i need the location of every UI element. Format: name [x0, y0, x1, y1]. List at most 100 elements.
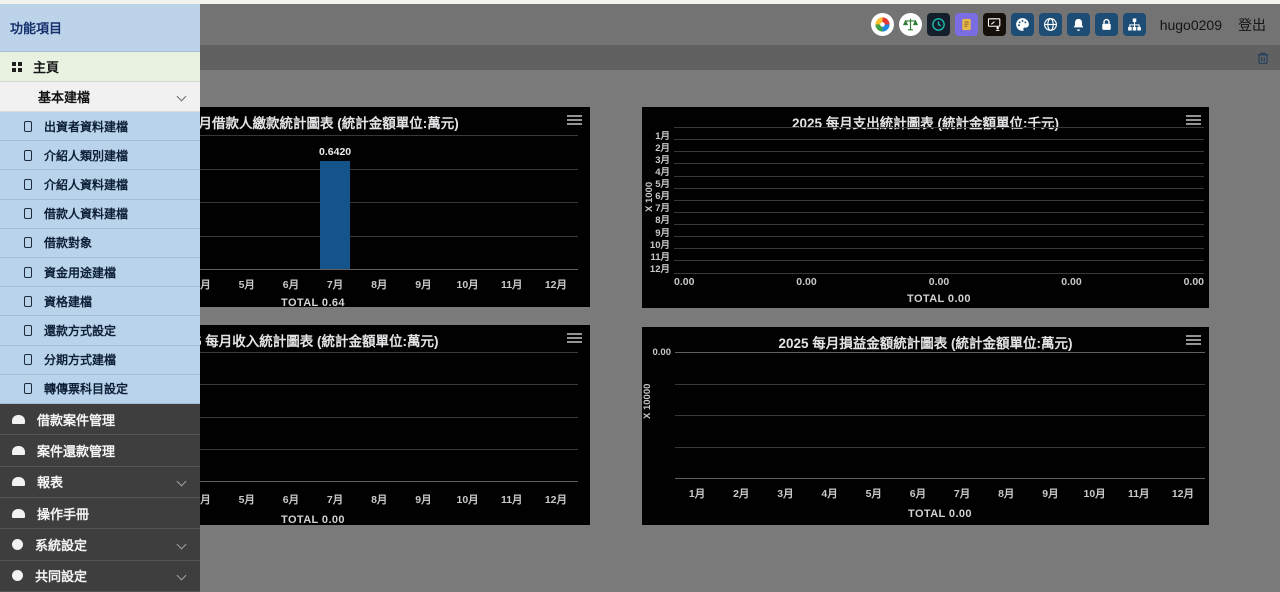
x-axis-label: 5月: [239, 277, 255, 292]
sidebar-item-label: 借款人資料建檔: [44, 205, 128, 222]
scales-icon[interactable]: [899, 13, 922, 36]
bell-icon[interactable]: [1067, 13, 1090, 36]
x-axis-label: 9月: [415, 277, 431, 292]
globe-icon[interactable]: [1039, 13, 1062, 36]
sidebar-section-label: 操作手冊: [37, 504, 89, 523]
briefcase-icon: [12, 509, 25, 518]
x-axis-label: 2月: [733, 486, 749, 501]
x-tick-label: 0.00: [674, 276, 694, 288]
sidebar-item-9[interactable]: 轉傳票科目設定: [0, 375, 200, 404]
sidebar-item-label: 分期方式建檔: [44, 351, 116, 368]
chart-bar[interactable]: [320, 161, 350, 269]
x-axis-label: 9月: [415, 492, 431, 507]
sidebar-item-label: 借款對象: [44, 234, 92, 251]
x-axis-label: 12月: [545, 492, 567, 507]
sidebar-section-1[interactable]: 案件還款管理: [0, 435, 200, 466]
header-icon-group: [871, 13, 1146, 36]
document-icon: [24, 354, 32, 365]
sidebar-item-2[interactable]: 介紹人資料建檔: [0, 170, 200, 199]
document-icon: [24, 267, 32, 278]
y-axis-label: 12月: [642, 261, 670, 275]
chart-panel-expense: 2025 每月支出統計圖表 (統計金額單位:千元) 1月2月3月4月5月6月7月…: [642, 107, 1209, 308]
sidebar-item-1[interactable]: 介紹人類別建檔: [0, 141, 200, 170]
sidebar-section-0[interactable]: 借款案件管理: [0, 404, 200, 435]
sidebar-item-label: 出資者資料建檔: [44, 118, 128, 135]
sidebar-group-basic[interactable]: 基本建檔: [0, 82, 200, 112]
y-axis-unit-label: X 10000: [642, 355, 653, 447]
x-axis-label: 12月: [1172, 486, 1194, 501]
chart-menu-icon[interactable]: [567, 115, 582, 127]
sidebar-item-label: 主頁: [33, 57, 59, 76]
sidebar-title: 功能項目: [0, 4, 200, 52]
x-tick-label: 0.00: [1061, 276, 1081, 288]
document-icon: [24, 121, 32, 132]
x-tick-label: 0.00: [1184, 276, 1204, 288]
x-axis-label: 3月: [777, 486, 793, 501]
scroll-icon[interactable]: [955, 13, 978, 36]
sidebar-section-4[interactable]: 系統設定: [0, 529, 200, 560]
x-axis-label: 6月: [283, 492, 299, 507]
sidebar-section-2[interactable]: 報表: [0, 467, 200, 498]
sidebar-section-label: 案件還款管理: [37, 441, 115, 460]
sidebar-item-label: 轉傳票科目設定: [44, 380, 128, 397]
sidebar-item-7[interactable]: 還款方式設定: [0, 316, 200, 345]
x-axis-label: 7月: [954, 486, 970, 501]
sidebar-item-label: 介紹人資料建檔: [44, 176, 128, 193]
sidebar-item-home[interactable]: 主頁: [0, 52, 200, 82]
bar-value-label: 0.6420: [319, 146, 351, 158]
x-axis-label: 8月: [998, 486, 1014, 501]
sidebar-item-4[interactable]: 借款對象: [0, 229, 200, 258]
x-axis-label: 11月: [501, 277, 523, 292]
document-icon: [24, 383, 32, 394]
chart-panel-profit: 2025 每月損益金額統計圖表 (統計金額單位:萬元) 0.001月2月3月4月…: [642, 327, 1209, 525]
x-axis-label: 7月: [327, 492, 343, 507]
chart-menu-icon[interactable]: [1186, 335, 1201, 347]
document-icon: [24, 296, 32, 307]
sidebar-section-list: 借款案件管理案件還款管理報表操作手冊系統設定共同設定: [0, 404, 200, 592]
sidebar-item-3[interactable]: 借款人資料建檔: [0, 200, 200, 229]
sidebar-section-label: 共同設定: [35, 566, 87, 585]
x-axis-label: 6月: [910, 486, 926, 501]
x-tick-label: 0.00: [929, 276, 949, 288]
logout-button[interactable]: 登出: [1238, 15, 1266, 35]
username: hugo0209: [1160, 17, 1222, 33]
chart-title: 2025 每月支出統計圖表 (統計金額單位:千元): [642, 112, 1209, 132]
sidebar-item-8[interactable]: 分期方式建檔: [0, 346, 200, 375]
chart-menu-icon[interactable]: [567, 333, 582, 345]
chart-menu-icon[interactable]: [1186, 115, 1201, 127]
palette-icon[interactable]: [1011, 13, 1034, 36]
x-axis-label: 10月: [456, 277, 478, 292]
sidebar-item-label: 資金用途建檔: [44, 264, 116, 281]
trash-icon[interactable]: [1255, 50, 1271, 66]
chevron-down-icon: [177, 477, 187, 487]
sidebar-section-3[interactable]: 操作手冊: [0, 498, 200, 529]
x-axis-label: 7月: [327, 277, 343, 292]
circle-icon: [12, 539, 23, 550]
chevron-down-icon: [177, 539, 187, 549]
lock-icon[interactable]: [1095, 13, 1118, 36]
x-axis-label: 1月: [689, 486, 705, 501]
x-axis-label: 5月: [866, 486, 882, 501]
document-icon: [24, 208, 32, 219]
sidebar-subitem-list: 出資者資料建檔介紹人類別建檔介紹人資料建檔借款人資料建檔借款對象資金用途建檔資格…: [0, 112, 200, 404]
briefcase-icon: [12, 477, 25, 486]
analytics-wheel-icon[interactable]: [871, 13, 894, 36]
x-axis-label: 6月: [283, 277, 299, 292]
document-icon: [24, 237, 32, 248]
sidebar-item-0[interactable]: 出資者資料建檔: [0, 112, 200, 141]
clock-icon[interactable]: [927, 13, 950, 36]
chevron-down-icon: [177, 571, 187, 581]
x-axis-label: 10月: [456, 492, 478, 507]
sidebar-item-6[interactable]: 資格建檔: [0, 287, 200, 316]
chart-title: 2025 每月損益金額統計圖表 (統計金額單位:萬元): [642, 332, 1209, 352]
chart-total-label: TOTAL 0.00: [674, 293, 1204, 305]
sidebar-item-5[interactable]: 資金用途建檔: [0, 258, 200, 287]
sidebar-item-label: 介紹人類別建檔: [44, 147, 128, 164]
sitemap-icon[interactable]: [1123, 13, 1146, 36]
y-axis-unit-label: X 1000: [644, 145, 655, 249]
sidebar-section-5[interactable]: 共同設定: [0, 561, 200, 592]
x-axis-label: 11月: [501, 492, 523, 507]
document-icon: [24, 179, 32, 190]
presentation-icon[interactable]: [983, 13, 1006, 36]
x-axis-label: 11月: [1128, 486, 1150, 501]
